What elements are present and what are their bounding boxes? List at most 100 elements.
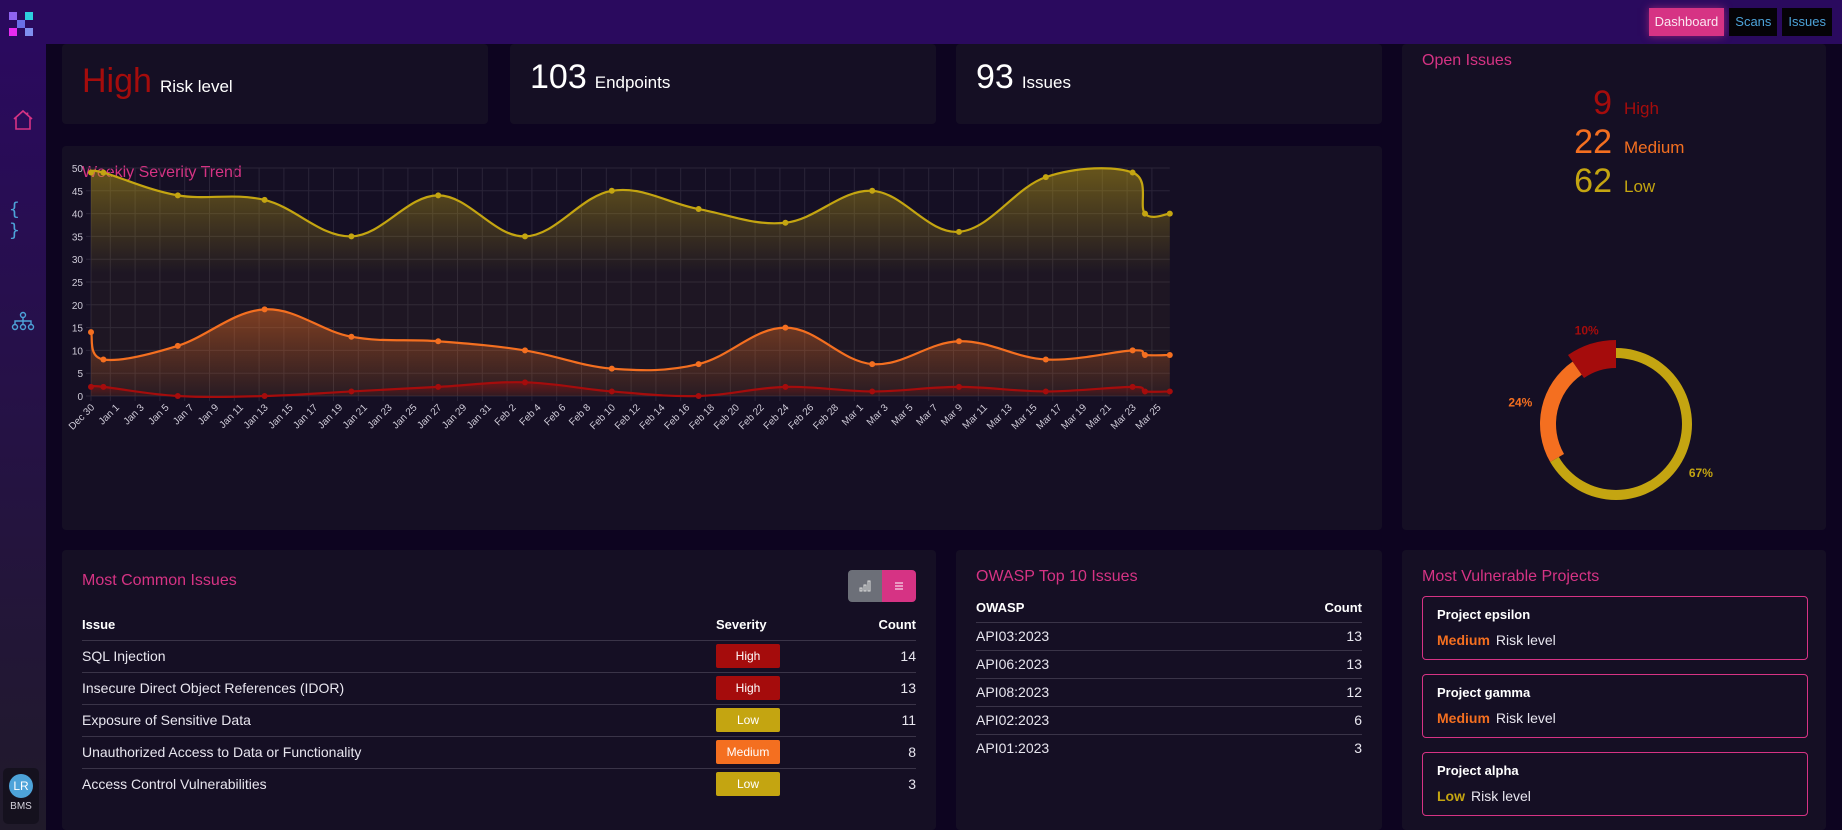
- x-tick-label: Jan 1: [97, 402, 122, 427]
- data-point-low: [782, 219, 789, 226]
- code-braces-icon: { }: [9, 199, 20, 241]
- sidebar: { } LR BMS: [0, 44, 46, 830]
- projects-card: Most Vulnerable Projects Project epsilon…: [1402, 550, 1826, 830]
- x-tick-label: Mar 5: [890, 402, 916, 428]
- user-menu[interactable]: LR BMS: [3, 768, 39, 824]
- sidebar-item-home[interactable]: [9, 106, 37, 134]
- weekly-trend-chart[interactable]: 05101520253035404550Dec 30 Jan 1 Jan 3 Jan …: [62, 146, 1382, 530]
- x-tick-label: Feb 18: [687, 402, 717, 432]
- table-row[interactable]: API03:2023 13: [976, 622, 1362, 651]
- data-point-medium: [88, 329, 94, 336]
- x-tick-label: Jan 7: [171, 402, 196, 427]
- x-tick-label: Feb 28: [811, 402, 841, 432]
- x-tick-label: Feb 2: [493, 402, 519, 428]
- data-point-low: [608, 187, 615, 194]
- x-tick-label: Jan 31: [465, 402, 494, 431]
- project-risk: Low Risk level: [1437, 788, 1793, 804]
- owasp-table: OWASP Count API03:2023 13 API06:2023 13 AP…: [976, 594, 1362, 762]
- projects-title: Most Vulnerable Projects: [1422, 568, 1600, 585]
- project-item[interactable]: Project alpha Low Risk level: [1422, 752, 1808, 816]
- table-row[interactable]: Access Control Vulnerabilities Low 3: [82, 768, 916, 800]
- x-tick-label: Mar 21: [1084, 402, 1114, 432]
- data-point-low: [435, 192, 442, 199]
- chart-view-button[interactable]: [848, 570, 882, 602]
- x-tick-label: Jan 29: [440, 402, 469, 431]
- table-row[interactable]: Exposure of Sensitive Data Low 11: [82, 704, 916, 737]
- open-issues-medium: 22 Medium: [1402, 123, 1826, 162]
- bar-chart-icon: [859, 580, 871, 592]
- data-point-low: [348, 233, 355, 240]
- avatar: LR: [9, 774, 33, 798]
- table-row[interactable]: API08:2023 12: [976, 678, 1362, 707]
- home-icon: [13, 109, 33, 130]
- x-tick-label: Feb 24: [762, 402, 792, 432]
- table-row[interactable]: API02:2023 6: [976, 706, 1362, 735]
- owasp-id: API02:2023: [976, 706, 1232, 735]
- data-point-low: [522, 233, 528, 240]
- endpoints-card: 103 Endpoints: [510, 44, 936, 124]
- x-tick-label: Feb 20: [712, 402, 742, 432]
- main-nav: Dashboard Scans Issues: [1648, 8, 1832, 36]
- data-point-high: [1129, 383, 1136, 390]
- project-item[interactable]: Project gamma Medium Risk level: [1422, 674, 1808, 738]
- y-tick-label: 20: [72, 301, 84, 312]
- data-point-medium: [695, 361, 702, 368]
- nav-issues-button[interactable]: Issues: [1782, 8, 1832, 36]
- project-name: Project gamma: [1437, 685, 1531, 700]
- nav-scans-button[interactable]: Scans: [1729, 8, 1778, 36]
- table-row[interactable]: API01:2023 3: [976, 734, 1362, 762]
- issues-label: Issues: [1021, 73, 1071, 92]
- x-tick-label: Feb 10: [588, 402, 618, 432]
- sidebar-item-apis[interactable]: { }: [9, 199, 37, 241]
- x-tick-label: Mar 25: [1134, 402, 1164, 432]
- owasp-title: OWASP Top 10 Issues: [976, 568, 1138, 585]
- donut-slice-medium[interactable]: [1540, 361, 1582, 462]
- x-tick-label: Jan 17: [291, 402, 320, 431]
- weekly-trend-card: Weekly Severity Trend 0 5 10 15 20 25 30 35 40 45…: [62, 146, 1382, 530]
- y-tick-label: 45: [72, 187, 84, 198]
- medium-count: 22: [1574, 123, 1612, 161]
- data-point-medium: [348, 333, 355, 340]
- project-item[interactable]: Project epsilon Medium Risk level: [1422, 596, 1808, 660]
- data-point-low: [869, 187, 876, 194]
- low-label: Low: [1624, 177, 1656, 196]
- x-tick-label: Mar 11: [961, 402, 991, 432]
- x-tick-label: Feb 16: [663, 402, 693, 432]
- owasp-card: OWASP Top 10 Issues OWASP Count API03:20…: [956, 550, 1382, 830]
- data-point-high: [522, 379, 528, 386]
- table-row[interactable]: Unauthorized Access to Data or Functiona…: [82, 736, 916, 769]
- col-owasp: OWASP: [976, 594, 1232, 623]
- x-tick-label: Dec 30: [67, 402, 97, 432]
- table-row[interactable]: Insecure Direct Object References (IDOR)…: [82, 672, 916, 705]
- x-tick-label: Mar 23: [1109, 402, 1139, 432]
- project-risk-label: Risk level: [1471, 788, 1531, 804]
- owasp-count: 3: [1354, 740, 1362, 757]
- x-tick-label: Mar 19: [1059, 402, 1089, 432]
- col-count: Count: [836, 610, 916, 641]
- owasp-count: 12: [1231, 678, 1362, 707]
- low-count: 62: [1574, 162, 1612, 200]
- high-count: 9: [1593, 84, 1612, 122]
- open-issues-low: 62 Low: [1402, 162, 1826, 201]
- table-row[interactable]: SQL Injection High 14: [82, 640, 916, 673]
- data-point-medium: [1129, 347, 1136, 354]
- data-point-high: [261, 393, 268, 399]
- logo-icon[interactable]: [9, 12, 33, 36]
- data-point-high: [869, 388, 876, 395]
- sidebar-item-projects[interactable]: [9, 308, 37, 336]
- issue-name: Insecure Direct Object References (IDOR): [82, 672, 716, 705]
- open-issues-donut[interactable]: 10% 24% 67%: [1402, 264, 1826, 504]
- issue-severity: Low: [716, 768, 836, 800]
- data-point-high: [174, 393, 181, 399]
- nav-dashboard-button[interactable]: Dashboard: [1648, 8, 1725, 36]
- severity-badge: High: [716, 676, 780, 700]
- owasp-count: 13: [1231, 650, 1362, 679]
- x-tick-label: Feb 14: [638, 402, 668, 432]
- issue-count: 14: [836, 640, 916, 673]
- owasp-id: API03:2023: [976, 622, 1232, 651]
- list-view-button[interactable]: [882, 570, 916, 602]
- severity-badge: Low: [716, 772, 780, 797]
- table-row[interactable]: API06:2023 13: [976, 650, 1362, 679]
- donut-label-high: 10%: [1575, 323, 1599, 337]
- data-point-low: [88, 169, 94, 176]
